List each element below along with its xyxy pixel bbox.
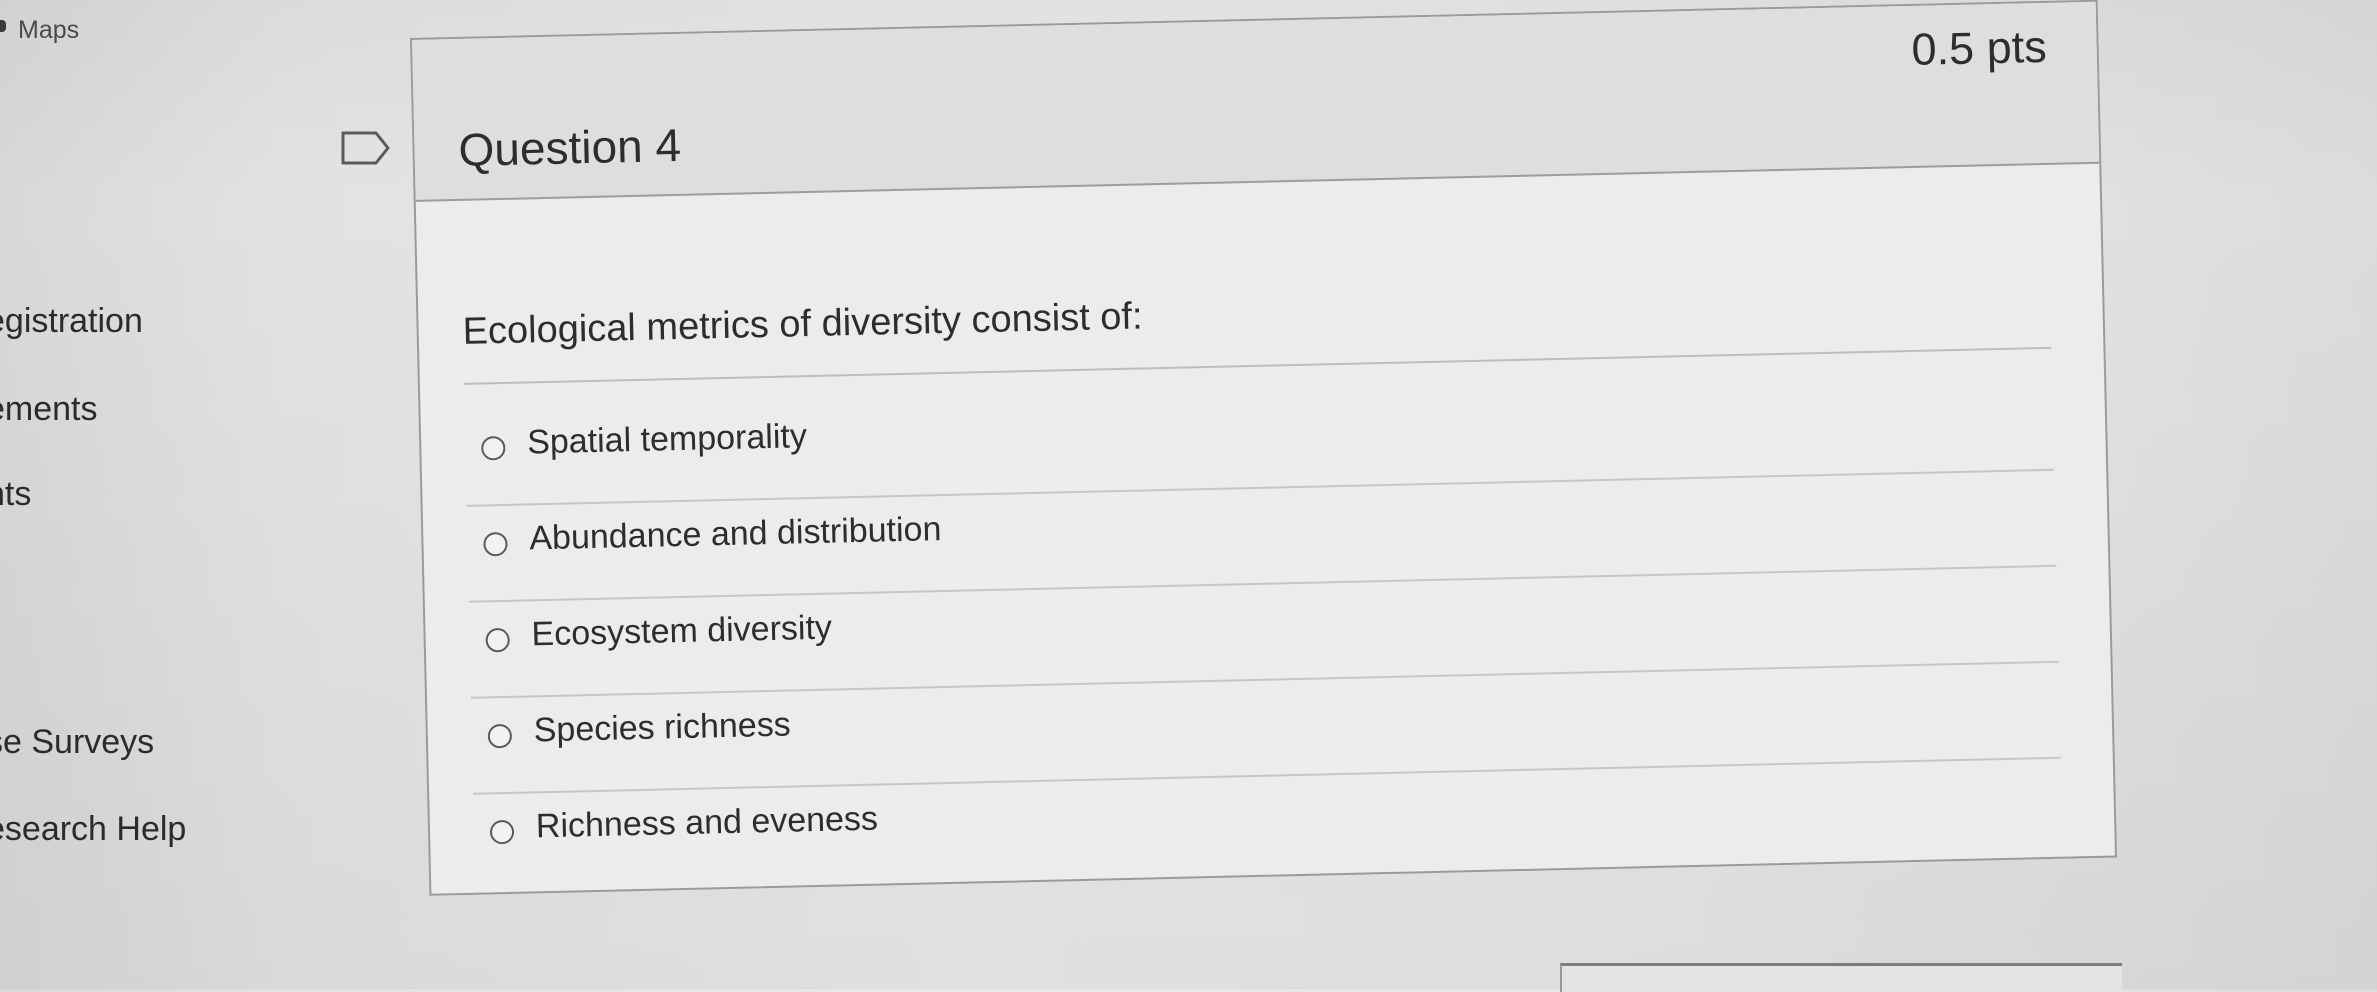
- radio-button-icon[interactable]: [485, 627, 510, 653]
- question-header: 0.5 pts Question 4: [412, 1, 2100, 202]
- question-title: Question 4: [457, 118, 682, 176]
- nav-item-course-surveys[interactable]: se Surveys: [0, 723, 154, 762]
- radio-button-icon[interactable]: [483, 531, 508, 557]
- answer-label: Species richness: [533, 705, 792, 750]
- radio-button-icon[interactable]: [481, 435, 506, 461]
- course-navigation: Maps egistration ements nts se Surveys e…: [0, 0, 230, 989]
- question-points: 0.5 pts: [1910, 20, 2048, 75]
- answer-label: Abundance and distribution: [528, 510, 942, 558]
- divider: [463, 346, 2052, 385]
- radio-button-icon[interactable]: [489, 819, 515, 845]
- nav-item-research-help[interactable]: esearch Help: [0, 810, 186, 849]
- answer-label: Ecosystem diversity: [531, 608, 833, 654]
- next-question-panel-edge: [1560, 963, 2122, 992]
- radio-button-icon[interactable]: [487, 723, 513, 749]
- maps-bullet-icon: [0, 20, 6, 32]
- question-text: Ecological metrics of diversity consist …: [462, 295, 1143, 353]
- question-card: 0.5 pts Question 4 Ecological metrics of…: [410, 0, 2118, 896]
- nav-item-registration[interactable]: egistration: [0, 302, 143, 341]
- flag-question-icon[interactable]: [340, 128, 392, 168]
- nav-item-maps[interactable]: Maps: [18, 16, 79, 45]
- answer-label: Spatial temporality: [526, 417, 808, 462]
- nav-item-assignments[interactable]: nts: [0, 475, 31, 514]
- nav-item-announcements[interactable]: ements: [0, 390, 98, 429]
- answer-list: Spatial temporality Abundance and distri…: [464, 374, 2062, 891]
- answer-label: Richness and eveness: [535, 799, 879, 846]
